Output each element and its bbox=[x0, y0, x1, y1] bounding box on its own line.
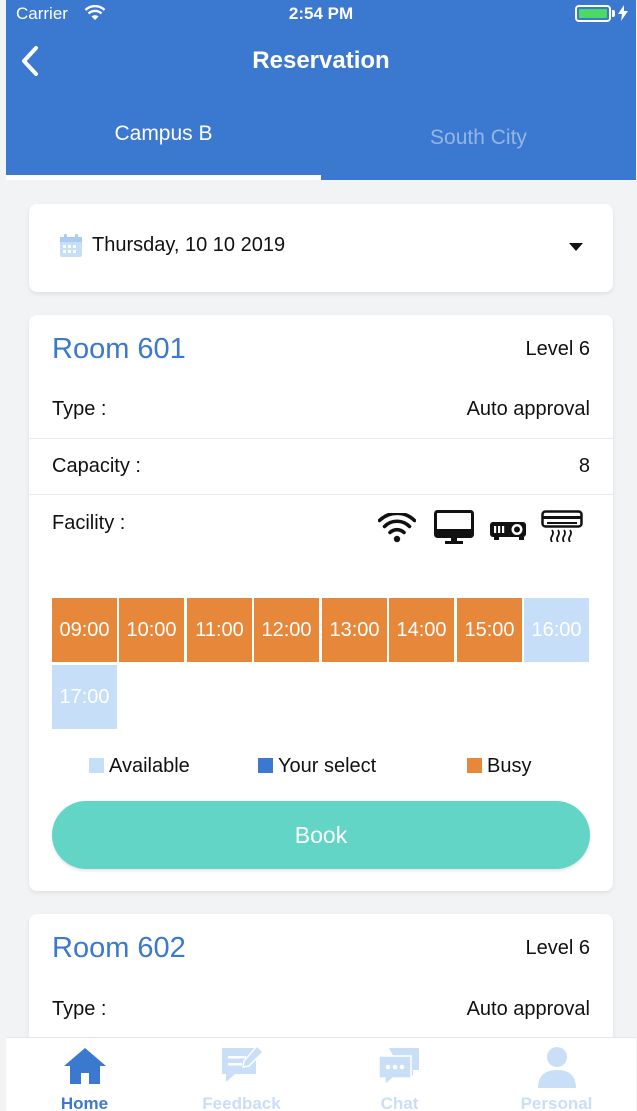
book-button[interactable]: Book bbox=[52, 801, 590, 869]
campus-tabs: Campus B South City bbox=[6, 100, 636, 180]
time-slot[interactable]: 10:00 bbox=[119, 598, 184, 662]
navigation-bar: Reservation bbox=[6, 36, 636, 86]
legend-busy: Busy bbox=[467, 755, 531, 778]
home-icon bbox=[64, 1048, 106, 1084]
type-label: Type : bbox=[52, 398, 107, 420]
legend-label: Your select bbox=[278, 755, 377, 777]
legend-label: Busy bbox=[487, 755, 532, 777]
type-label: Type : bbox=[52, 998, 107, 1020]
legend-swatch bbox=[89, 758, 104, 773]
page-title: Reservation bbox=[252, 47, 390, 74]
active-tab-indicator bbox=[6, 175, 321, 180]
room-level: Level 6 bbox=[525, 338, 591, 360]
capacity-value: 8 bbox=[578, 455, 590, 477]
room-name: Room 602 bbox=[52, 932, 186, 964]
header: Carrier 2:54 PM Reservation Campus B Sou… bbox=[6, 0, 636, 180]
legend-your-select: Your select bbox=[258, 755, 376, 778]
type-value: Auto approval bbox=[466, 398, 590, 420]
charging-bolt-icon bbox=[618, 5, 628, 26]
legend-available: Available bbox=[89, 755, 190, 778]
type-value: Auto approval bbox=[466, 998, 590, 1020]
tab-label: Personal bbox=[520, 1094, 593, 1111]
feedback-icon bbox=[222, 1044, 265, 1082]
selected-date: Thursday, 10 10 2019 bbox=[92, 234, 286, 256]
chat-icon bbox=[378, 1048, 419, 1087]
monitor-icon bbox=[434, 510, 474, 544]
time-slot[interactable]: 11:00 bbox=[187, 598, 252, 662]
time-slot[interactable]: 17:00 bbox=[52, 665, 117, 729]
tab-campus-b[interactable]: Campus B bbox=[6, 100, 321, 180]
tab-feedback[interactable]: Feedback bbox=[163, 1038, 320, 1111]
slot-legend: Available Your select Busy bbox=[29, 755, 613, 785]
status-time: 2:54 PM bbox=[288, 4, 354, 23]
person-icon bbox=[538, 1047, 576, 1088]
battery-icon bbox=[575, 5, 611, 22]
time-slot[interactable]: 12:00 bbox=[254, 598, 319, 662]
legend-label: Available bbox=[109, 755, 190, 777]
legend-swatch bbox=[258, 758, 273, 773]
time-slot[interactable]: 09:00 bbox=[52, 598, 117, 662]
tab-label: Home bbox=[60, 1094, 109, 1111]
tab-chat[interactable]: Chat bbox=[321, 1038, 478, 1111]
room-card: Room 601 Level 6 Type : Auto approval Ca… bbox=[29, 315, 613, 891]
divider bbox=[29, 494, 613, 495]
dropdown-caret-icon bbox=[569, 243, 583, 251]
tab-personal[interactable]: Personal bbox=[478, 1038, 635, 1111]
divider bbox=[29, 438, 613, 439]
room-level: Level 6 bbox=[525, 937, 591, 959]
tab-home[interactable]: Home bbox=[6, 1038, 163, 1111]
legend-swatch bbox=[467, 758, 482, 773]
bottom-tab-bar: Home Feedback Chat Personal bbox=[6, 1037, 636, 1111]
calendar-icon bbox=[59, 234, 83, 263]
air-conditioner-icon bbox=[541, 510, 583, 542]
wifi-icon bbox=[378, 513, 416, 543]
battery-cap bbox=[612, 10, 615, 17]
tab-label: Feedback bbox=[202, 1094, 281, 1111]
date-picker[interactable]: Thursday, 10 10 2019 bbox=[29, 204, 613, 292]
time-slot[interactable]: 14:00 bbox=[389, 598, 454, 662]
capacity-label: Capacity : bbox=[52, 455, 141, 477]
capacity-row: Capacity : 8 bbox=[29, 455, 613, 511]
tab-label: Chat bbox=[380, 1094, 419, 1111]
time-slot[interactable]: 16:00 bbox=[524, 598, 589, 662]
room-name: Room 601 bbox=[52, 333, 186, 365]
app-screen: Carrier 2:54 PM Reservation Campus B Sou… bbox=[6, 0, 636, 1111]
facility-label: Facility : bbox=[52, 512, 126, 534]
time-slot[interactable]: 13:00 bbox=[322, 598, 387, 662]
projector-icon bbox=[490, 522, 526, 540]
time-slot[interactable]: 15:00 bbox=[457, 598, 522, 662]
tab-south-city[interactable]: South City bbox=[321, 100, 636, 180]
status-bar: Carrier 2:54 PM bbox=[6, 0, 636, 30]
type-row: Type : Auto approval bbox=[29, 398, 613, 454]
